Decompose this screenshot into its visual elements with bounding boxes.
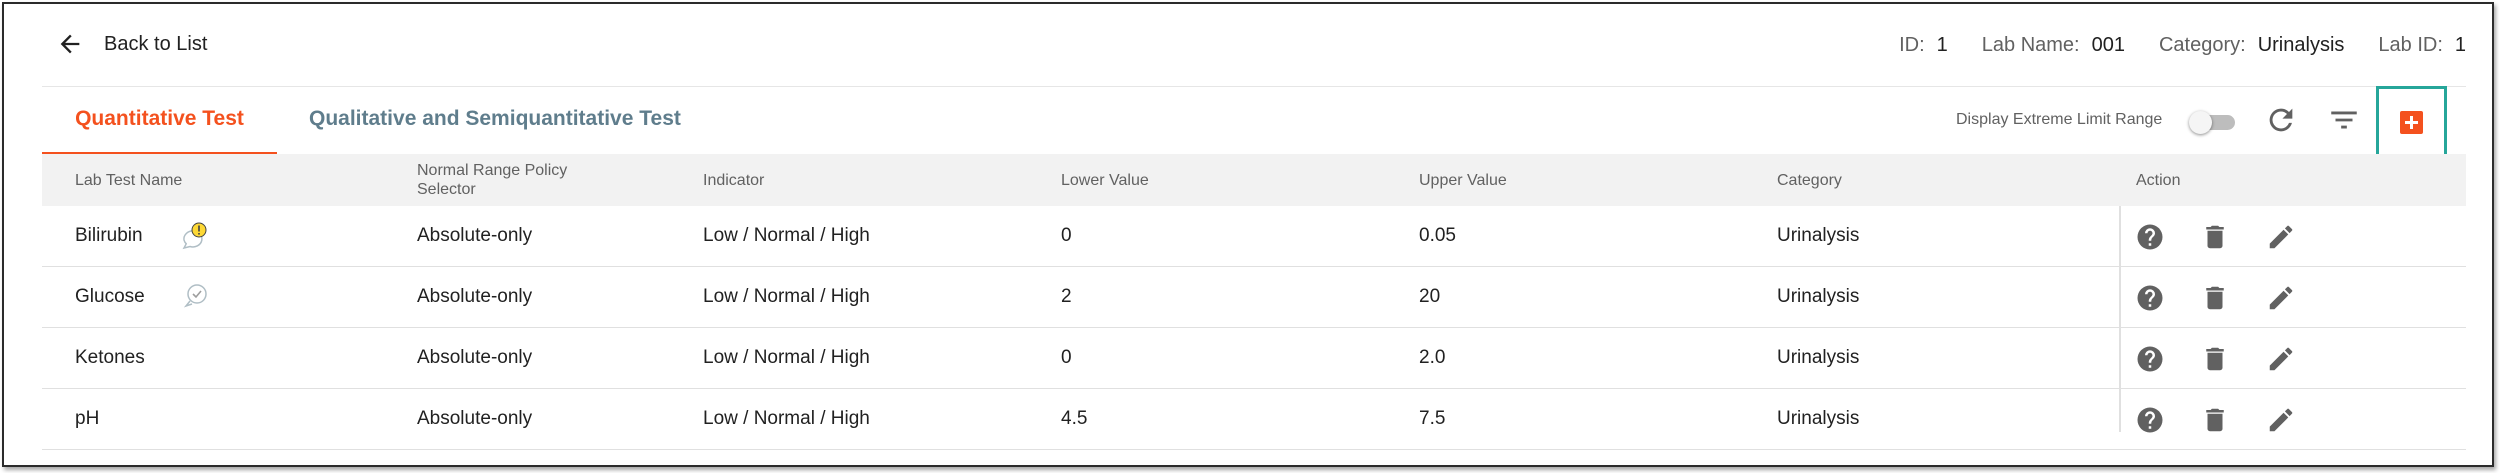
table-row[interactable]: pH Absolute-only Low / Normal / High 4.5… bbox=[42, 389, 2466, 450]
back-label: Back to List bbox=[104, 32, 208, 55]
edit-icon[interactable] bbox=[2266, 344, 2296, 374]
table-header: Lab Test Name Normal Range Policy Select… bbox=[42, 154, 2466, 206]
meta-lab-name: Lab Name: 001 bbox=[1981, 34, 2125, 56]
delete-icon[interactable] bbox=[2200, 222, 2230, 252]
cell-lab-test-name: Glucose bbox=[75, 286, 145, 307]
col-lab-test-name: Lab Test Name bbox=[75, 171, 183, 189]
extreme-limit-toggle[interactable] bbox=[2189, 110, 2237, 134]
tab-quantitative-test[interactable]: Quantitative Test bbox=[42, 86, 277, 156]
edit-icon[interactable] bbox=[2266, 405, 2296, 435]
cell-upper-value: 0.05 bbox=[1419, 225, 1456, 246]
cell-lower-value: 0 bbox=[1061, 225, 1072, 246]
arrow-left-icon bbox=[60, 34, 80, 54]
cell-lab-test-name: pH bbox=[75, 408, 100, 429]
cell-indicator: Low / Normal / High bbox=[703, 408, 870, 429]
meta-lab-id: Lab ID: 1 bbox=[2378, 34, 2466, 56]
edit-icon[interactable] bbox=[2266, 283, 2296, 313]
table-row[interactable]: Ketones Absolute-only Low / Normal / Hig… bbox=[42, 328, 2466, 389]
cell-indicator: Low / Normal / High bbox=[703, 286, 870, 307]
cell-lower-value: 2 bbox=[1061, 286, 1072, 307]
refresh-icon[interactable] bbox=[2264, 103, 2298, 137]
cell-policy: Absolute-only bbox=[417, 286, 533, 307]
table-row[interactable]: Glucose Absolute-only Low / Normal / Hig… bbox=[42, 267, 2466, 328]
help-icon[interactable] bbox=[2135, 283, 2165, 313]
cell-lab-test-name: Ketones bbox=[75, 347, 145, 368]
meta-category: Category: Urinalysis bbox=[2158, 34, 2345, 56]
cell-upper-value: 2.0 bbox=[1419, 347, 1446, 368]
lab-tests-table: Lab Test Name Normal Range Policy Select… bbox=[42, 154, 2466, 450]
cell-category: Urinalysis bbox=[1777, 408, 1860, 429]
cell-lab-test-name: Bilirubin bbox=[75, 225, 143, 246]
add-icon bbox=[2400, 111, 2423, 134]
cell-lower-value: 4.5 bbox=[1061, 408, 1088, 429]
cell-lower-value: 0 bbox=[1061, 347, 1072, 368]
col-indicator: Indicator bbox=[703, 171, 765, 189]
col-lower-value: Lower Value bbox=[1061, 171, 1149, 189]
cell-category: Urinalysis bbox=[1777, 286, 1860, 307]
tabs-row: Quantitative Test Qualitative and Semiqu… bbox=[42, 86, 2466, 158]
cell-upper-value: 20 bbox=[1419, 286, 1441, 307]
cell-policy: Absolute-only bbox=[417, 225, 533, 246]
delete-icon[interactable] bbox=[2200, 344, 2230, 374]
extreme-limit-label: Display Extreme Limit Range bbox=[1956, 111, 2163, 128]
meta-id: ID: 1 bbox=[1899, 34, 1948, 56]
cell-indicator: Low / Normal / High bbox=[703, 347, 870, 368]
cell-indicator: Low / Normal / High bbox=[703, 225, 870, 246]
record-meta: ID: 1 Lab Name: 001 Category: Urinalysis La… bbox=[1865, 34, 2466, 57]
cell-category: Urinalysis bbox=[1777, 225, 1860, 246]
edit-icon[interactable] bbox=[2266, 222, 2296, 252]
delete-icon[interactable] bbox=[2200, 405, 2230, 435]
col-category: Category bbox=[1777, 171, 1842, 189]
app-window: Back to List ID: 1 Lab Name: 001 Category:… bbox=[2, 2, 2494, 467]
filter-icon[interactable] bbox=[2327, 103, 2361, 137]
back-to-list-link[interactable]: Back to List bbox=[56, 30, 207, 58]
warning-comment-icon[interactable] bbox=[179, 220, 211, 252]
cell-policy: Absolute-only bbox=[417, 408, 533, 429]
col-normal-range-policy: Normal Range Policy Selector bbox=[417, 162, 568, 198]
tab-qualitative-semiquantitative-test[interactable]: Qualitative and Semiquantitative Test bbox=[309, 86, 681, 152]
check-comment-icon[interactable] bbox=[179, 281, 211, 313]
help-icon[interactable] bbox=[2135, 222, 2165, 252]
add-lab-test-button[interactable] bbox=[2376, 86, 2447, 158]
cell-category: Urinalysis bbox=[1777, 347, 1860, 368]
table-row[interactable]: Bilirubin Absolute-only Low / Normal / H… bbox=[42, 206, 2466, 267]
delete-icon[interactable] bbox=[2200, 283, 2230, 313]
help-icon[interactable] bbox=[2135, 405, 2165, 435]
cell-policy: Absolute-only bbox=[417, 347, 533, 368]
cell-upper-value: 7.5 bbox=[1419, 408, 1446, 429]
col-upper-value: Upper Value bbox=[1419, 171, 1507, 189]
help-icon[interactable] bbox=[2135, 344, 2165, 374]
col-action: Action bbox=[2136, 171, 2181, 189]
top-bar: Back to List ID: 1 Lab Name: 001 Category:… bbox=[42, 4, 2466, 87]
